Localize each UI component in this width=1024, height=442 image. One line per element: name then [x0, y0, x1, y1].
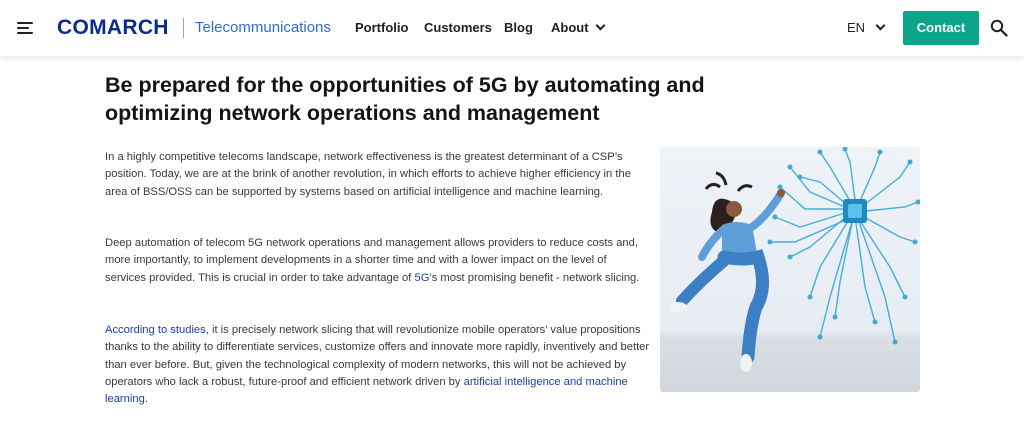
site-header: COMARCH Telecommunications Portfolio Cus…	[0, 0, 1024, 56]
contact-button[interactable]: Contact	[903, 11, 979, 45]
chevron-down-icon	[875, 20, 886, 31]
search-icon[interactable]	[990, 19, 1008, 37]
hamburger-menu-icon[interactable]	[17, 22, 33, 35]
hero-image-ai-woman	[660, 147, 920, 392]
comarch-logo[interactable]: COMARCH	[57, 14, 169, 42]
nav-portfolio[interactable]: Portfolio	[355, 19, 408, 37]
logo-subtitle[interactable]: Telecommunications	[195, 18, 331, 38]
paragraph-text: .	[144, 393, 148, 406]
nav-about[interactable]: About	[551, 19, 605, 37]
language-label: EN	[847, 20, 866, 35]
link-according-to-studies[interactable]: According to studies	[105, 324, 206, 336]
chevron-down-icon	[595, 20, 605, 31]
paragraph-network-slicing: According to studies, it is precisely ne…	[105, 322, 650, 408]
nav-about-label: About	[551, 20, 589, 35]
nav-customers[interactable]: Customers	[424, 19, 492, 37]
paragraph-automation: Deep automation of telecom 5G network op…	[105, 235, 650, 287]
logo-divider	[183, 18, 184, 38]
paragraph-intro: In a highly competitive telecoms landsca…	[105, 151, 631, 198]
nav-blog[interactable]: Blog	[504, 19, 533, 37]
link-5g[interactable]: 5G	[414, 272, 429, 284]
page-title: Be prepared for the opportunities of 5G …	[105, 73, 705, 125]
paragraph-text: ’s most promising benefit - network slic…	[429, 271, 640, 284]
language-select[interactable]: EN	[847, 19, 886, 37]
